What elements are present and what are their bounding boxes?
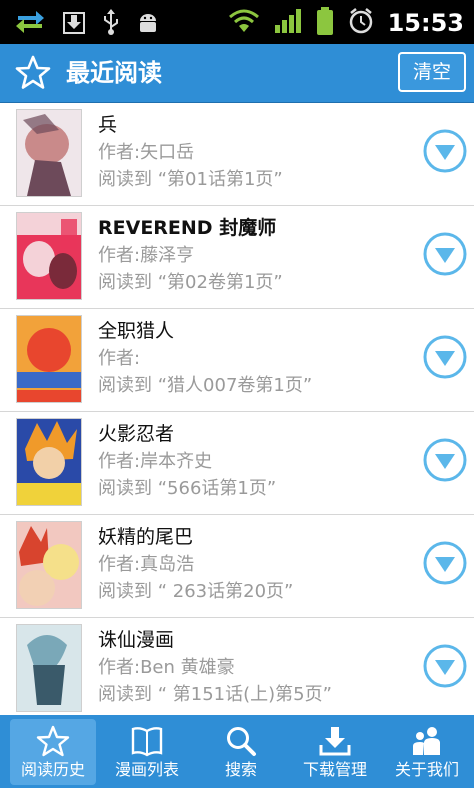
comic-author: 作者:藤泽亨 <box>98 245 195 266</box>
wifi-icon <box>228 8 260 38</box>
comic-author: 作者: <box>98 348 141 369</box>
expand-down-icon[interactable] <box>422 437 468 483</box>
comic-cover-image <box>16 315 82 403</box>
signal-icon <box>274 7 302 39</box>
comic-author: 作者:真岛浩 <box>98 554 195 575</box>
tab-search[interactable]: 搜索 <box>198 719 284 785</box>
download-icon <box>62 9 86 39</box>
book-icon <box>130 725 164 757</box>
tab-comic-list[interactable]: 漫画列表 <box>104 719 190 785</box>
reading-progress: 阅读到 “第02卷第1页” <box>98 272 283 293</box>
tab-label: 下载管理 <box>302 760 367 779</box>
list-item[interactable]: 妖精的尾巴 作者:真岛浩 阅读到 “ 263话第20页” <box>0 515 474 618</box>
comic-cover-image <box>16 109 82 197</box>
comic-title: 全职猎人 <box>98 320 175 342</box>
expand-down-icon[interactable] <box>422 643 468 689</box>
list-item[interactable]: REVEREND 封魔师 作者:藤泽亨 阅读到 “第02卷第1页” <box>0 206 474 309</box>
clear-button[interactable]: 清空 <box>398 52 466 92</box>
tab-label: 关于我们 <box>394 760 459 779</box>
list-item[interactable]: 全职猎人 作者: 阅读到 “猎人007卷第1页” <box>0 309 474 412</box>
comic-cover-image <box>16 212 82 300</box>
star-icon <box>14 54 52 92</box>
reading-progress: 阅读到 “ 263话第20页” <box>98 581 294 602</box>
reading-history-list: 兵 作者:矢口岳 阅读到 “第01话第1页” REVEREND 封魔师 作者:藤… <box>0 103 474 715</box>
tab-download-manager[interactable]: 下载管理 <box>292 719 378 785</box>
comic-cover-image <box>16 418 82 506</box>
tab-label: 搜索 <box>224 760 257 779</box>
comic-cover-image <box>16 624 82 712</box>
download-icon <box>318 725 352 757</box>
comic-author: 作者:岸本齐史 <box>98 451 213 472</box>
status-bar: 15:53 <box>0 0 474 44</box>
tab-label: 阅读历史 <box>20 760 85 779</box>
alarm-icon <box>348 7 374 39</box>
comic-title: 诛仙漫画 <box>98 629 175 651</box>
expand-down-icon[interactable] <box>422 334 468 380</box>
reading-progress: 阅读到 “第01话第1页” <box>98 169 283 190</box>
android-debug-icon <box>136 9 160 39</box>
comic-title: REVEREND 封魔师 <box>98 217 277 239</box>
expand-down-icon[interactable] <box>422 231 468 277</box>
people-icon <box>410 725 444 757</box>
reading-progress: 阅读到 “ 第151话(上)第5页” <box>98 684 332 705</box>
list-item[interactable]: 兵 作者:矢口岳 阅读到 “第01话第1页” <box>0 103 474 206</box>
expand-down-icon[interactable] <box>422 128 468 174</box>
reading-progress: 阅读到 “566话第1页” <box>98 478 277 499</box>
list-item[interactable]: 火影忍者 作者:岸本齐史 阅读到 “566话第1页” <box>0 412 474 515</box>
usb-icon <box>102 8 120 40</box>
sync-transfer-icon <box>14 8 46 40</box>
battery-icon <box>316 6 334 40</box>
tab-about-us[interactable]: 关于我们 <box>384 719 470 785</box>
bottom-tab-bar: 阅读历史 漫画列表 搜索 下载管理 关于我们 <box>0 715 474 788</box>
search-icon <box>224 725 258 757</box>
comic-title: 妖精的尾巴 <box>98 526 194 548</box>
comic-cover-image <box>16 521 82 609</box>
comic-title: 火影忍者 <box>98 423 175 445</box>
star-icon <box>36 725 70 757</box>
expand-down-icon[interactable] <box>422 540 468 586</box>
page-title: 最近阅读 <box>66 59 162 87</box>
comic-title: 兵 <box>98 114 118 136</box>
comic-author: 作者:矢口岳 <box>98 142 195 163</box>
comic-author: 作者:Ben 黄雄豪 <box>98 657 235 678</box>
tab-reading-history[interactable]: 阅读历史 <box>10 719 96 785</box>
reading-progress: 阅读到 “猎人007卷第1页” <box>98 375 313 396</box>
list-item[interactable]: 诛仙漫画 作者:Ben 黄雄豪 阅读到 “ 第151话(上)第5页” <box>0 618 474 715</box>
app-header: 最近阅读 清空 <box>0 44 474 103</box>
tab-label: 漫画列表 <box>114 760 179 779</box>
clock-time: 15:53 <box>387 9 464 37</box>
